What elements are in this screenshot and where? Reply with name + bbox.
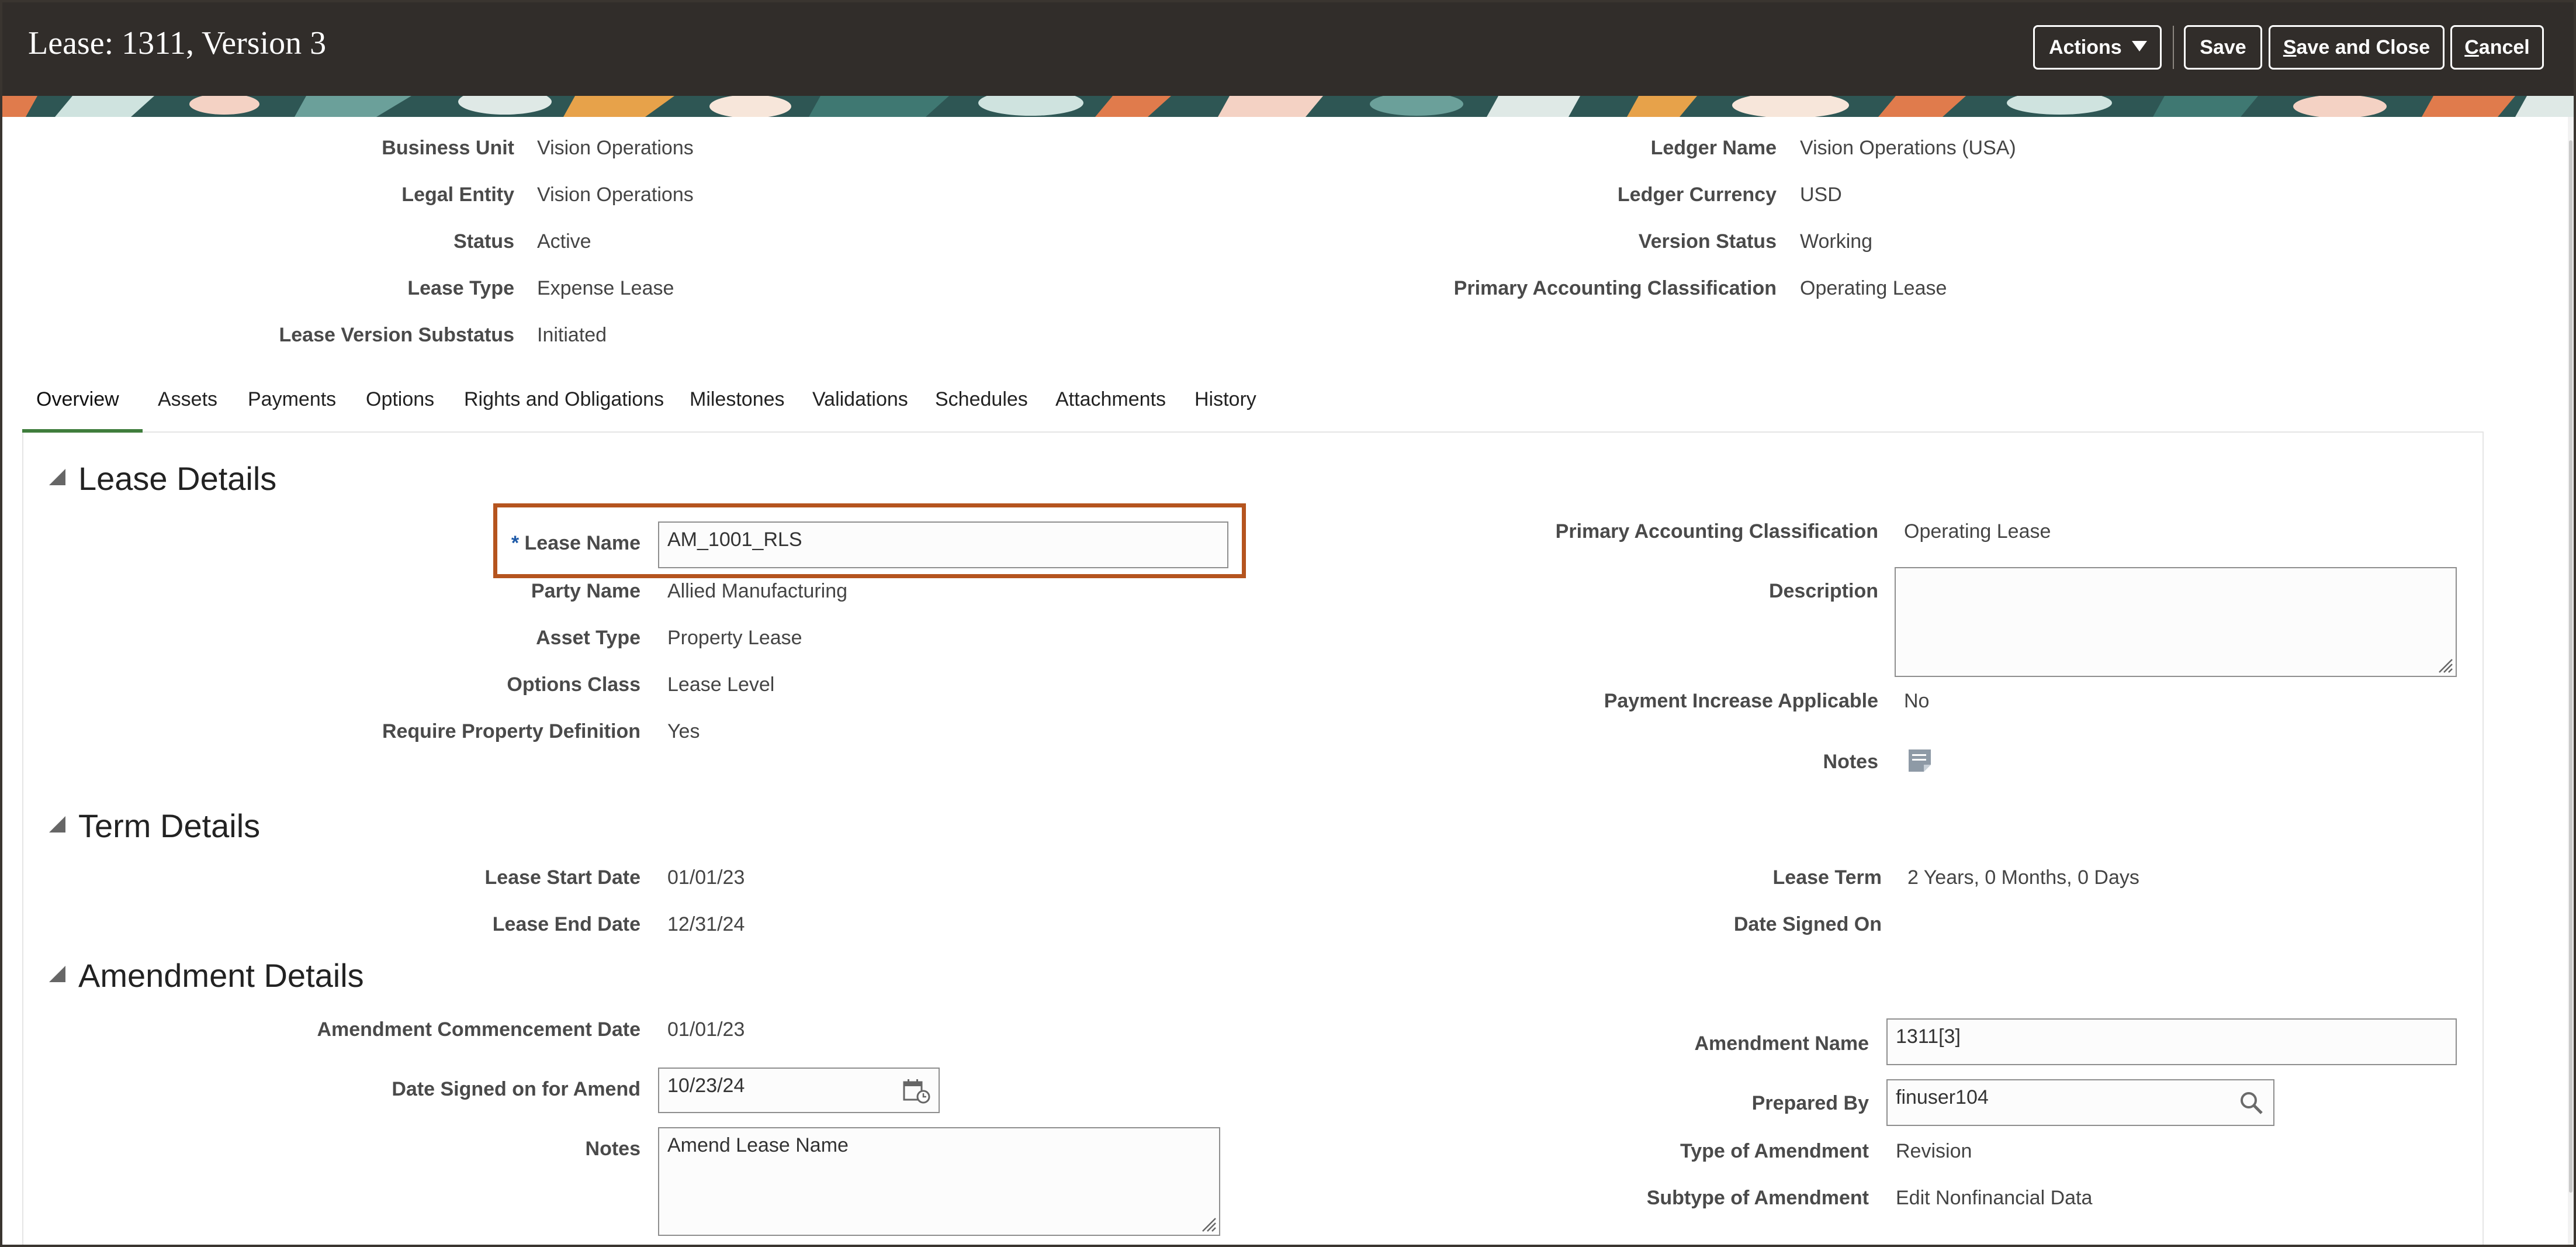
- status-value: Active: [537, 230, 591, 253]
- lease-name-label-text: Lease Name: [524, 532, 640, 554]
- lease-term-label: Lease Term: [1772, 866, 1882, 889]
- ld-primary-accounting-classification-value: Operating Lease: [1904, 520, 2051, 543]
- primary-accounting-classification-value: Operating Lease: [1800, 277, 1947, 299]
- calendar-icon[interactable]: [902, 1078, 930, 1104]
- lease-name-input[interactable]: AM_1001_RLS: [658, 521, 1228, 568]
- amendment-commencement-date-label: Amendment Commencement Date: [317, 1018, 640, 1041]
- tab-attachments[interactable]: Attachments: [1055, 388, 1166, 411]
- ledger-currency-value: USD: [1800, 184, 1842, 206]
- lease-start-date-value: 01/01/23: [667, 866, 745, 889]
- subtype-of-amendment-value: Edit Nonfinancial Data: [1896, 1187, 2093, 1209]
- lease-end-date-value: 12/31/24: [667, 913, 745, 935]
- payment-increase-applicable-value: No: [1904, 690, 1930, 712]
- cancel-button[interactable]: Cancel: [2450, 25, 2544, 70]
- ledger-name-label: Ledger Name: [1650, 137, 1777, 159]
- date-signed-on-for-amend-input[interactable]: 10/23/24: [658, 1068, 940, 1113]
- ld-primary-accounting-classification-label: Primary Accounting Classification: [1555, 520, 1878, 543]
- decorative-banner: [2, 96, 2574, 117]
- primary-accounting-classification-label: Primary Accounting Classification: [1453, 277, 1777, 299]
- options-class-value: Lease Level: [667, 673, 775, 696]
- tab-payments[interactable]: Payments: [248, 388, 336, 411]
- page-title: Lease: 1311, Version 3: [28, 25, 327, 61]
- page-header: Lease: 1311, Version 3 Actions Save Save…: [2, 2, 2574, 96]
- payment-increase-applicable-label: Payment Increase Applicable: [1604, 690, 1878, 712]
- tab-rights-and-obligations[interactable]: Rights and Obligations: [464, 388, 664, 411]
- type-of-amendment-value: Revision: [1896, 1140, 1972, 1162]
- date-signed-on-for-amend-value: 10/23/24: [667, 1075, 745, 1097]
- description-textarea[interactable]: [1895, 567, 2457, 677]
- tab-schedules[interactable]: Schedules: [935, 388, 1028, 411]
- business-unit-value: Vision Operations: [537, 137, 694, 159]
- amendment-commencement-date-value: 01/01/23: [667, 1018, 745, 1041]
- party-name-label: Party Name: [531, 580, 640, 602]
- description-label: Description: [1768, 580, 1878, 602]
- actions-menu-button[interactable]: Actions: [2033, 25, 2162, 70]
- am-notes-label: Notes: [585, 1138, 640, 1160]
- version-status-label: Version Status: [1638, 230, 1777, 253]
- am-notes-textarea[interactable]: Amend Lease Name: [658, 1127, 1220, 1236]
- lease-name-label: * Lease Name: [511, 532, 640, 555]
- options-class-label: Options Class: [507, 673, 640, 696]
- party-name-value: Allied Manufacturing: [667, 580, 848, 602]
- collapse-lease-details-icon[interactable]: [49, 469, 65, 485]
- actions-label: Actions: [2049, 36, 2122, 58]
- collapse-term-details-icon[interactable]: [49, 816, 65, 833]
- toolbar-separator: [2173, 26, 2174, 69]
- resize-grip-icon[interactable]: [2436, 656, 2453, 673]
- prepared-by-label: Prepared By: [1751, 1092, 1869, 1114]
- lease-version-substatus-value: Initiated: [537, 324, 607, 346]
- tab-validations[interactable]: Validations: [812, 388, 908, 411]
- tab-history[interactable]: History: [1194, 388, 1256, 411]
- collapse-amendment-details-icon[interactable]: [49, 966, 65, 982]
- vertical-scrollbar[interactable]: [2568, 117, 2574, 1245]
- notes-icon[interactable]: [1906, 747, 1933, 774]
- lease-end-date-label: Lease End Date: [492, 913, 640, 935]
- lease-term-value: 2 Years, 0 Months, 0 Days: [1907, 866, 2139, 889]
- tab-assets[interactable]: Assets: [158, 388, 217, 411]
- ld-notes-label: Notes: [1823, 751, 1878, 773]
- require-property-definition-label: Require Property Definition: [382, 720, 640, 742]
- lease-type-label: Lease Type: [407, 277, 514, 299]
- am-notes-value: Amend Lease Name: [667, 1134, 849, 1156]
- status-label: Status: [453, 230, 514, 253]
- tab-milestones[interactable]: Milestones: [690, 388, 785, 411]
- lease-type-value: Expense Lease: [537, 277, 674, 299]
- prepared-by-input[interactable]: finuser104: [1886, 1079, 2274, 1126]
- save-button[interactable]: Save: [2184, 25, 2262, 70]
- asset-type-value: Property Lease: [667, 627, 802, 649]
- save-and-close-button[interactable]: Save and Close: [2269, 25, 2445, 70]
- legal-entity-label: Legal Entity: [401, 184, 514, 206]
- version-status-value: Working: [1800, 230, 1873, 253]
- amendment-name-input[interactable]: 1311[3]: [1886, 1018, 2457, 1065]
- tab-overview[interactable]: Overview: [36, 388, 119, 411]
- ledger-name-value: Vision Operations (USA): [1800, 137, 2016, 159]
- scrollbar-thumb[interactable]: [2569, 140, 2572, 1193]
- require-property-definition-value: Yes: [667, 720, 700, 742]
- ledger-currency-label: Ledger Currency: [1617, 184, 1777, 206]
- lease-details-title: Lease Details: [78, 460, 277, 497]
- subtype-of-amendment-label: Subtype of Amendment: [1646, 1187, 1869, 1209]
- amendment-name-label: Amendment Name: [1694, 1032, 1869, 1055]
- date-signed-on-for-amend-label: Date Signed on for Amend: [392, 1078, 640, 1100]
- amendment-details-title: Amendment Details: [78, 957, 364, 994]
- date-signed-on-label: Date Signed On: [1733, 913, 1882, 935]
- legal-entity-value: Vision Operations: [537, 184, 694, 206]
- caret-down-icon: [2132, 41, 2147, 51]
- tab-options[interactable]: Options: [366, 388, 434, 411]
- required-mark: *: [511, 532, 520, 554]
- lease-start-date-label: Lease Start Date: [484, 866, 640, 889]
- resize-grip-icon[interactable]: [1199, 1215, 1217, 1232]
- type-of-amendment-label: Type of Amendment: [1680, 1140, 1869, 1162]
- prepared-by-value: finuser104: [1896, 1086, 1989, 1108]
- lease-version-substatus-label: Lease Version Substatus: [279, 324, 515, 346]
- asset-type-label: Asset Type: [536, 627, 640, 649]
- term-details-title: Term Details: [78, 807, 261, 844]
- business-unit-label: Business Unit: [382, 137, 514, 159]
- app-window: Lease: 1311, Version 3 Actions Save Save…: [0, 0, 2576, 1247]
- search-icon[interactable]: [2238, 1090, 2264, 1115]
